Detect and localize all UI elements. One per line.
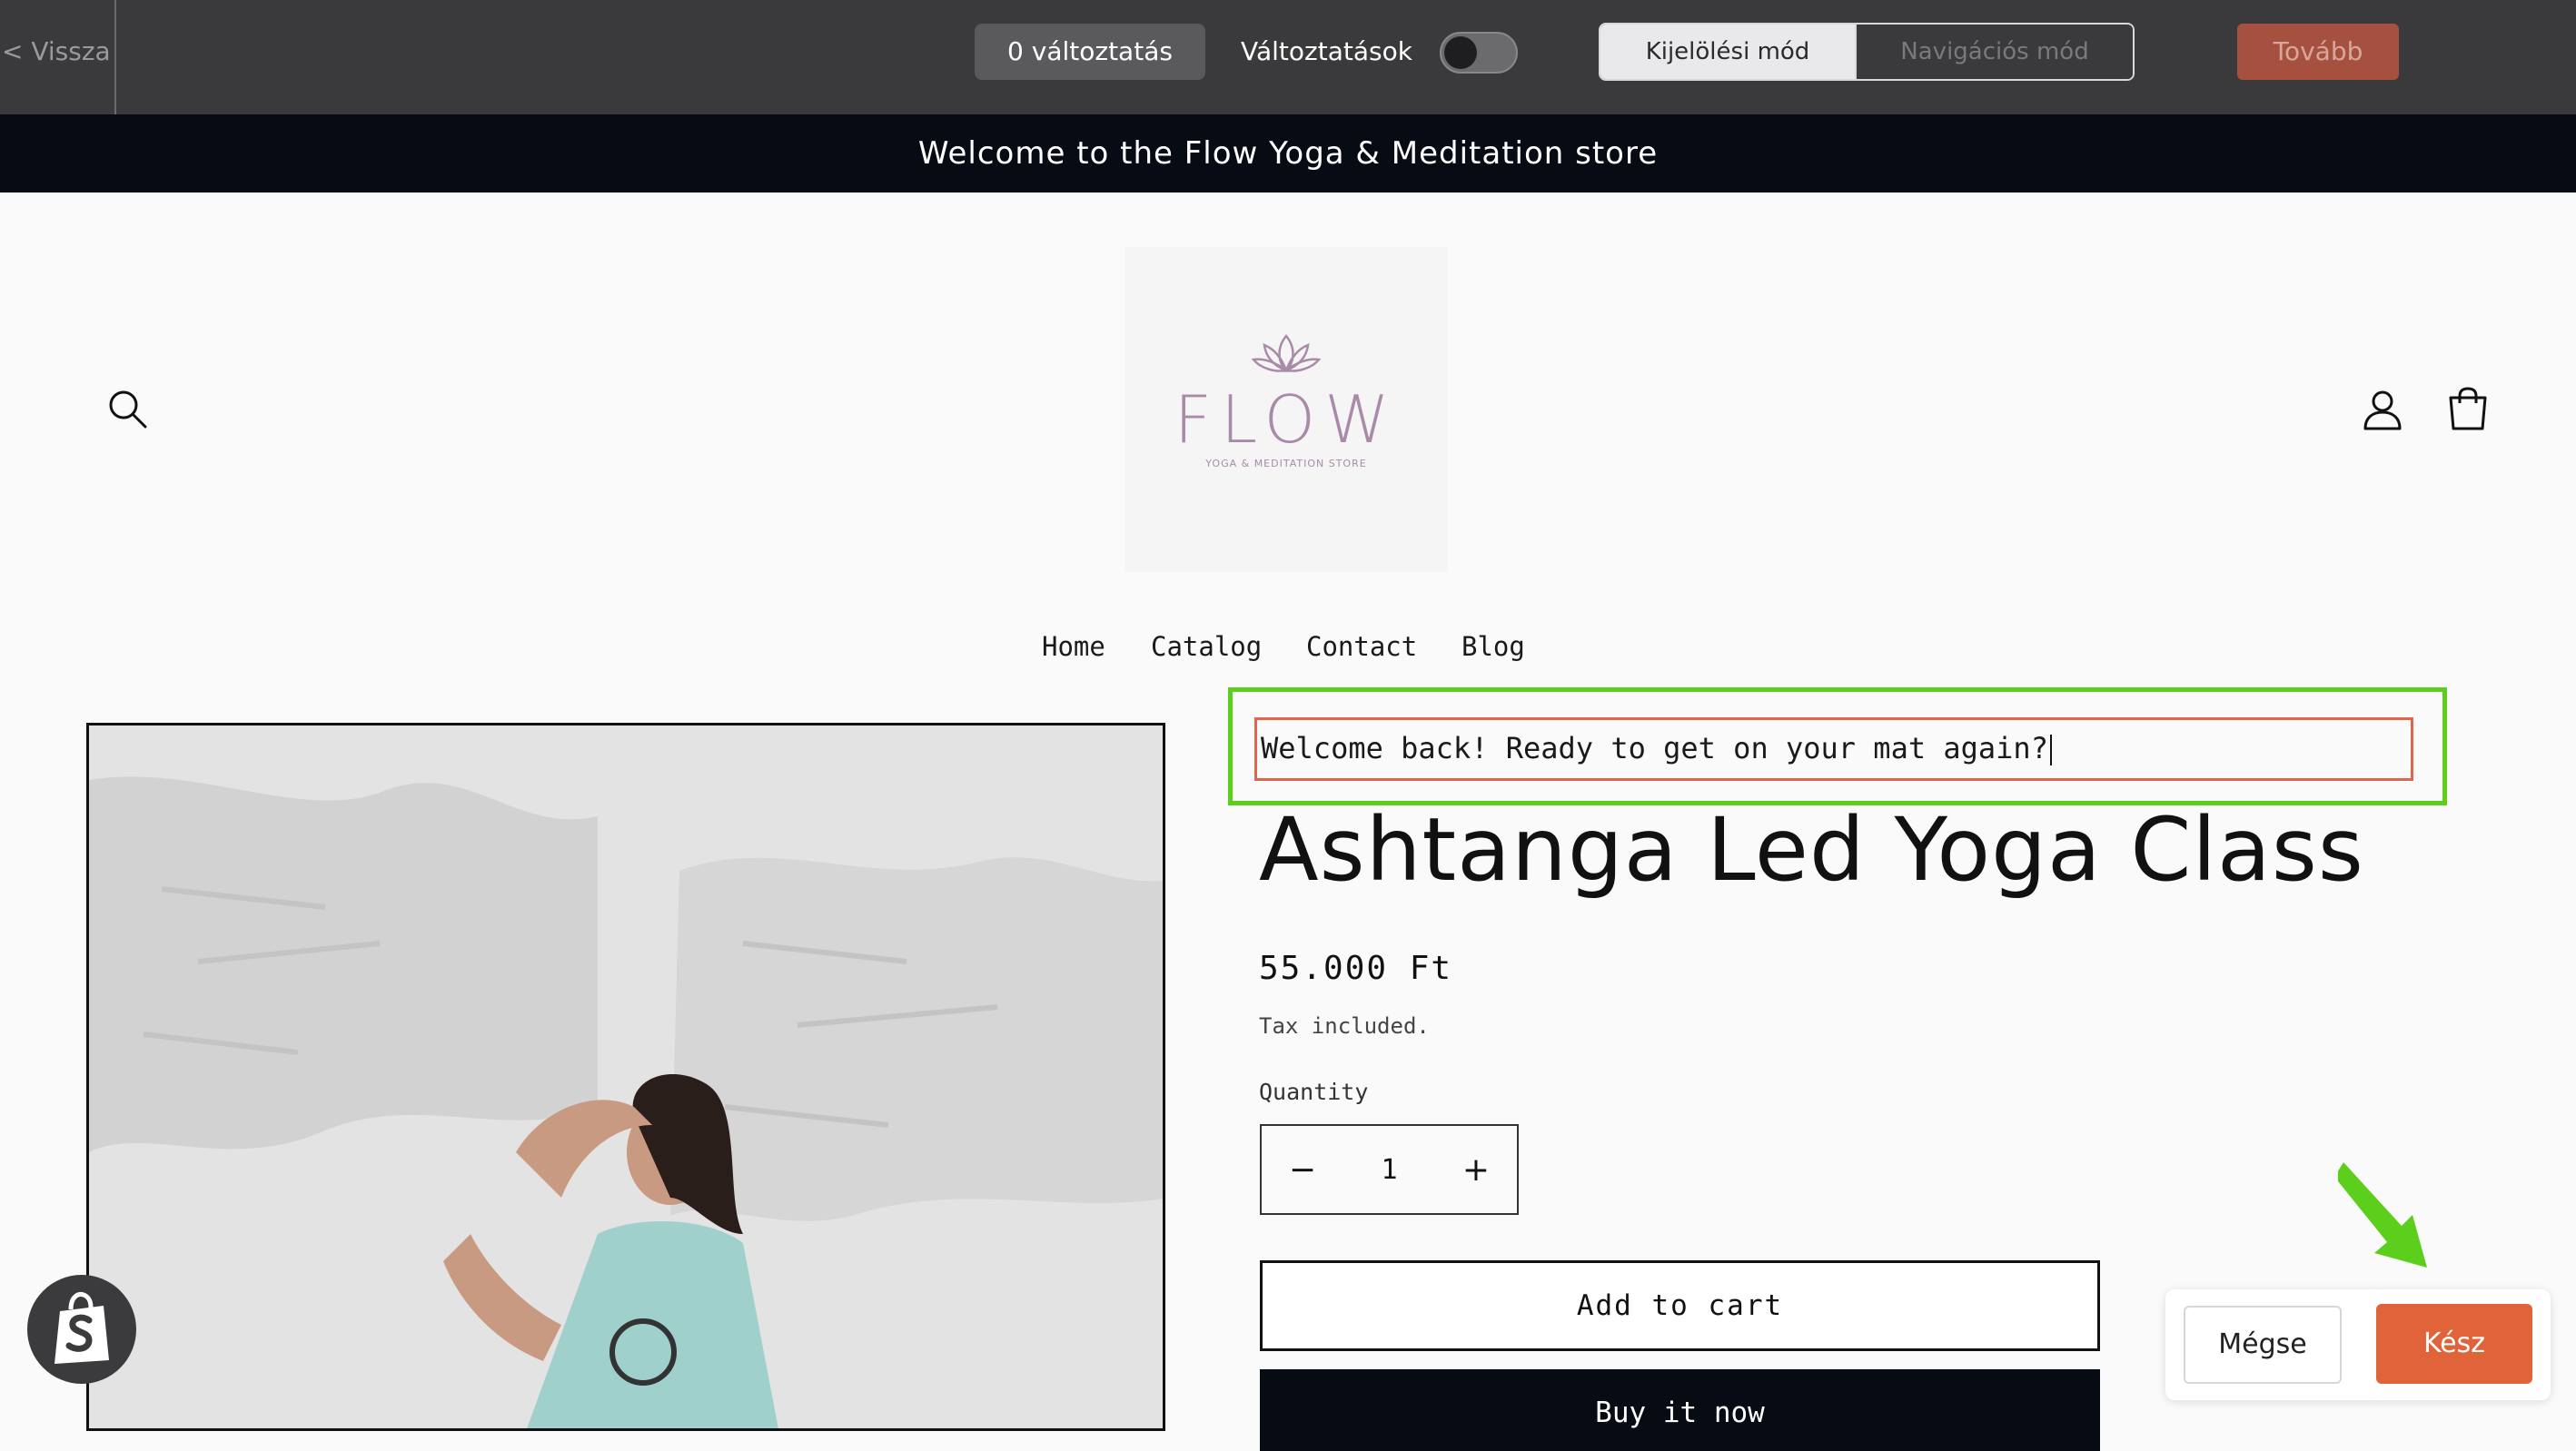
- account-icon[interactable]: [2360, 387, 2405, 432]
- mode-switcher: Kijelölési mód Navigációs mód: [1599, 23, 2135, 81]
- changes-count-button[interactable]: 0 változtatás: [975, 24, 1205, 80]
- announcement-bar: Welcome to the Flow Yoga & Meditation st…: [0, 114, 2576, 192]
- shopify-badge[interactable]: [27, 1275, 136, 1384]
- product-image[interactable]: [86, 723, 1165, 1431]
- quantity-label: Quantity: [1259, 1079, 1369, 1105]
- nav-link-catalog[interactable]: Catalog: [1151, 628, 1262, 665]
- quantity-stepper: − 1 +: [1260, 1124, 1519, 1215]
- cancel-button[interactable]: Mégse: [2184, 1306, 2342, 1384]
- next-button[interactable]: Tovább: [2237, 24, 2399, 80]
- nav-link-contact[interactable]: Contact: [1306, 628, 1417, 665]
- quantity-increment-button[interactable]: +: [1435, 1151, 1517, 1189]
- product-title: Ashtanga Led Yoga Class: [1259, 799, 2364, 901]
- logo-subtitle: YOGA & MEDITATION STORE: [1205, 458, 1367, 469]
- tax-note: Tax included.: [1259, 1013, 1430, 1039]
- welcome-text-value: Welcome back! Ready to get on your mat a…: [1261, 731, 2048, 765]
- changes-toggle-label: Változtatások: [1241, 36, 1412, 66]
- lotus-icon: [1251, 334, 1322, 373]
- navigation-mode-tab[interactable]: Navigációs mód: [1855, 25, 2133, 79]
- welcome-text-input[interactable]: Welcome back! Ready to get on your mat a…: [1254, 717, 2413, 781]
- logo-text: FLOW: [1174, 381, 1399, 458]
- search-icon[interactable]: [105, 387, 151, 432]
- cart-icon[interactable]: [2443, 385, 2492, 434]
- add-to-cart-button[interactable]: Add to cart: [1260, 1260, 2100, 1351]
- editor-toolbar: < Vissza 0 változtatás Változtatások Kij…: [0, 0, 2576, 114]
- done-button[interactable]: Kész: [2376, 1304, 2532, 1384]
- edit-action-panel: Mégse Kész: [2165, 1289, 2551, 1400]
- text-caret: [2049, 735, 2052, 765]
- select-mode-tab[interactable]: Kijelölési mód: [1600, 25, 1855, 79]
- store-logo[interactable]: FLOW YOGA & MEDITATION STORE: [1125, 247, 1448, 572]
- nav-link-home[interactable]: Home: [1042, 628, 1105, 665]
- buy-now-button[interactable]: Buy it now: [1260, 1369, 2100, 1451]
- nav-link-blog[interactable]: Blog: [1461, 628, 1525, 665]
- shopify-bag-icon: [54, 1292, 109, 1364]
- arrow-pointer-icon: [2338, 1162, 2427, 1268]
- toggle-knob: [1444, 36, 1477, 69]
- back-button[interactable]: < Vissza: [0, 0, 116, 114]
- quantity-decrement-button[interactable]: −: [1262, 1151, 1343, 1189]
- product-price: 55.000 Ft: [1259, 950, 1453, 987]
- changes-toggle[interactable]: [1440, 32, 1518, 74]
- quantity-input[interactable]: 1: [1381, 1154, 1397, 1186]
- yoga-photo: [89, 726, 1163, 1428]
